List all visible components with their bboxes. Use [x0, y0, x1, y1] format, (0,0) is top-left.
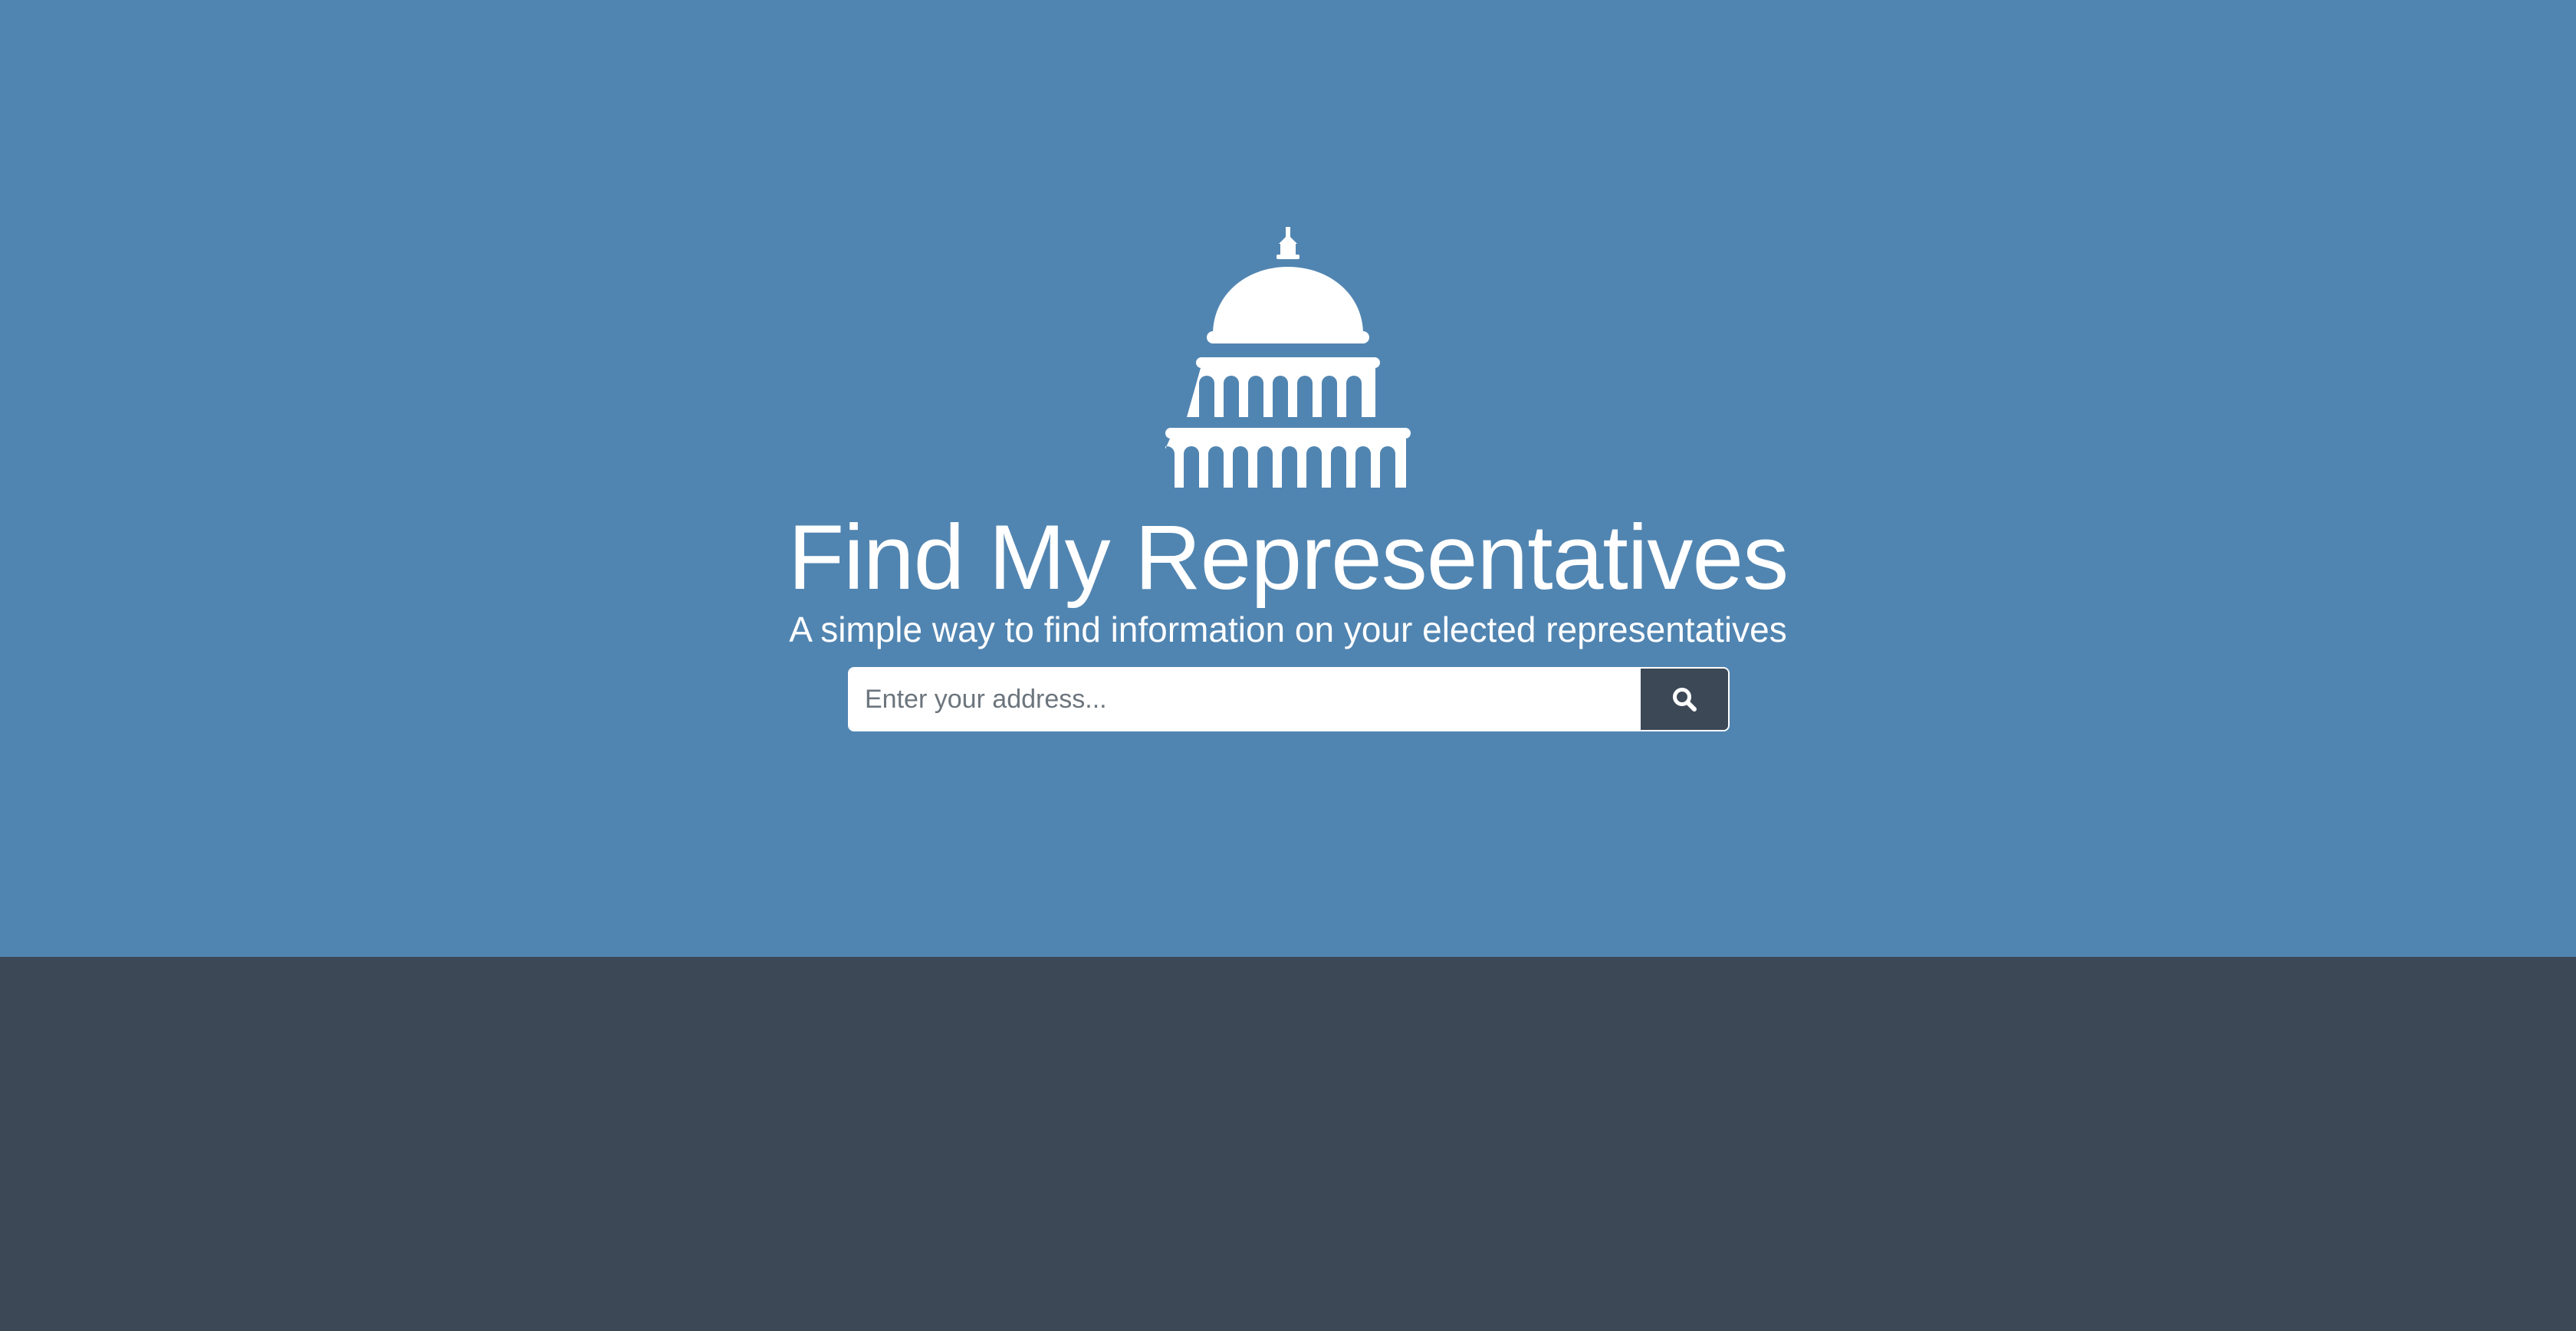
- search-button[interactable]: [1641, 669, 1728, 730]
- page-title: Find My Representatives: [787, 506, 1789, 609]
- footer-section: [0, 957, 2576, 1331]
- capitol-building-icon: [1165, 227, 1411, 488]
- page: Find My Representatives A simple way to …: [0, 0, 2576, 1331]
- address-search-input[interactable]: [849, 669, 1641, 730]
- search-icon: [1673, 688, 1697, 712]
- hero-section: Find My Representatives A simple way to …: [0, 0, 2576, 957]
- page-subtitle: A simple way to find information on your…: [789, 610, 1787, 649]
- address-search-form: [848, 667, 1730, 731]
